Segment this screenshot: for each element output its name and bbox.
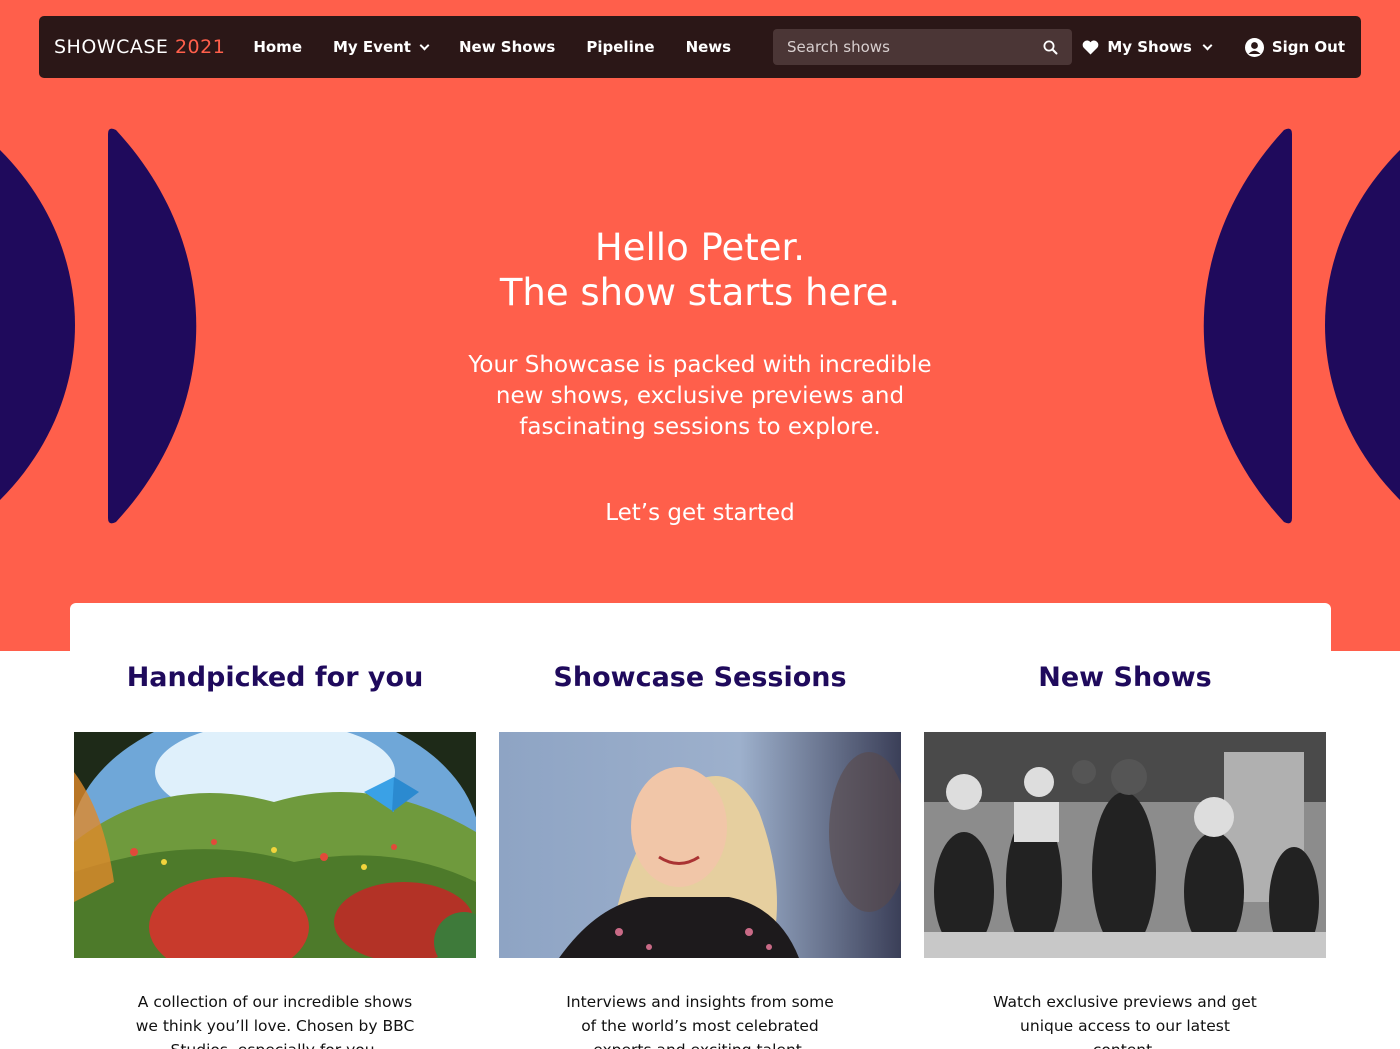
- card-title: Handpicked for you: [126, 662, 424, 693]
- search-input[interactable]: [787, 38, 1043, 56]
- chevron-down-icon: [1202, 40, 1213, 51]
- feature-panel: Handpicked for you A collection of our i…: [70, 603, 1331, 1049]
- nav-home-label: Home: [253, 38, 302, 56]
- brand-logo[interactable]: SHOWCASE 2021: [54, 36, 225, 58]
- nav-pipeline-label: Pipeline: [586, 38, 655, 56]
- search-icon[interactable]: [1043, 40, 1058, 55]
- hero-greeting: Hello Peter.: [594, 226, 806, 269]
- card-title: Showcase Sessions: [553, 662, 847, 693]
- nav-new-shows[interactable]: New Shows: [459, 38, 555, 56]
- nav-my-event-label: My Event: [333, 38, 411, 56]
- card-description: Watch exclusive previews and get unique …: [993, 993, 1257, 1049]
- nav-home[interactable]: Home: [253, 38, 302, 56]
- right-inner-arc: [1203, 128, 1292, 524]
- user-avatar-icon: [1244, 37, 1264, 57]
- left-inner-arc: [108, 128, 197, 524]
- nav-news-label: News: [685, 38, 732, 56]
- brand-year: 2021: [174, 36, 226, 58]
- left-outer-arc: [0, 150, 75, 500]
- card-handpicked[interactable]: Handpicked for you A collection of our i…: [74, 603, 476, 1049]
- hero-tagline: The show starts here.: [499, 271, 901, 314]
- sign-out-label: Sign Out: [1271, 38, 1345, 56]
- my-shows-label: My Shows: [1107, 38, 1192, 56]
- card-title: New Shows: [1038, 662, 1212, 693]
- card-description: A collection of our incredible shows we …: [135, 993, 415, 1049]
- card-description: Interviews and insights from some of the…: [566, 993, 834, 1049]
- hero-subtitle: Your Showcase is packed with incredible …: [468, 352, 932, 440]
- card-new-shows[interactable]: New Shows Watch exclusive previews and g…: [924, 603, 1326, 1049]
- heart-icon: [1082, 40, 1099, 54]
- card-image-dancers[interactable]: [924, 732, 1326, 958]
- top-navbar: SHOWCASE 2021 Home My Event New Shows Pi…: [39, 16, 1361, 78]
- card-sessions[interactable]: Showcase Sessions Interviews and insight…: [499, 603, 901, 1049]
- my-shows-menu[interactable]: My Shows: [1082, 38, 1213, 56]
- user-nav: My Shows Sign Out: [1082, 16, 1345, 78]
- right-outer-arc: [1325, 150, 1400, 500]
- nav-new-shows-label: New Shows: [458, 38, 556, 56]
- nav-my-event[interactable]: My Event: [333, 38, 430, 56]
- card-image-nature[interactable]: [74, 732, 476, 958]
- get-started-link[interactable]: Let’s get started: [605, 500, 795, 526]
- nav-news[interactable]: News: [686, 38, 732, 56]
- brand-name: SHOWCASE: [54, 36, 169, 58]
- sign-out-link[interactable]: Sign Out: [1244, 37, 1345, 57]
- hero-title: Hello Peter. The show starts here.: [400, 225, 1000, 315]
- hero-section: Hello Peter. The show starts here. Your …: [400, 225, 1000, 526]
- search-box: [773, 29, 1072, 65]
- nav-pipeline[interactable]: Pipeline: [586, 38, 654, 56]
- chevron-down-icon: [419, 40, 430, 51]
- card-image-portrait[interactable]: [499, 732, 901, 958]
